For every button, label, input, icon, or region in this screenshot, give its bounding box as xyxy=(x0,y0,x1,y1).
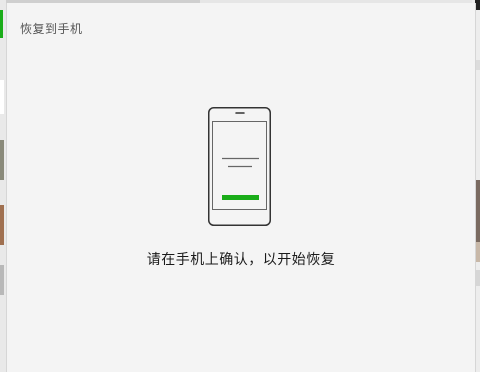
confirm-on-phone-message: 请在手机上确认，以开始恢复 xyxy=(146,252,336,268)
phone-confirm-icon xyxy=(208,107,271,226)
restore-to-phone-dialog: 恢复到手机 请在手机上确认，以开始恢复 xyxy=(6,3,476,372)
background-green-indicator xyxy=(0,10,3,38)
screen: 恢复到手机 请在手机上确认，以开始恢复 xyxy=(0,0,480,372)
dialog-title: 恢复到手机 xyxy=(20,22,83,36)
